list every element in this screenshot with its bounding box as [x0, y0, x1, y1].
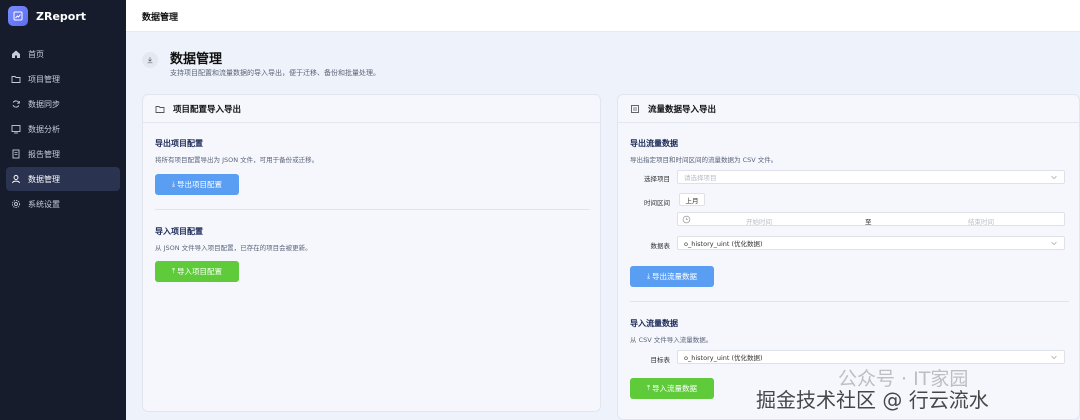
card-header: 项目配置导入导出	[143, 95, 600, 123]
date-range-picker[interactable]: 开始时间 至 结束时间	[677, 212, 1065, 226]
end-time-placeholder: 结束时间	[968, 218, 994, 226]
sidebar-item-projects[interactable]: 项目管理	[6, 67, 120, 91]
export-traffic-description: 导出指定项目和时间区间的流量数据为 CSV 文件。	[630, 156, 778, 164]
import-traffic-button[interactable]: ⤒ 导入流量数据	[630, 378, 714, 399]
target-table-select[interactable]: o_history_uint (优化数据)	[677, 350, 1065, 364]
import-traffic-description: 从 CSV 文件导入流量数据。	[630, 336, 713, 344]
breadcrumb: 数据管理	[142, 13, 179, 23]
download-icon	[142, 52, 158, 68]
export-traffic-title: 导出流量数据	[630, 139, 678, 148]
last-month-option[interactable]: 上月	[679, 193, 705, 206]
export-project-button[interactable]: ⤓ 导出项目配置	[155, 174, 239, 195]
export-traffic-button[interactable]: ⤓ 导出流量数据	[630, 266, 714, 287]
app-logo-icon	[8, 6, 28, 26]
project-select[interactable]: 请选择项目	[677, 170, 1065, 184]
export-project-title: 导出项目配置	[155, 139, 203, 148]
card-title: 项目配置导入导出	[173, 104, 242, 115]
sidebar-item-label: 项目管理	[28, 74, 60, 84]
download-icon: ⤓	[171, 180, 176, 188]
sidebar-item-label: 数据分析	[28, 124, 60, 134]
document-icon	[10, 148, 22, 160]
range-separator: 至	[865, 218, 872, 226]
page-title: 数据管理	[170, 52, 223, 67]
import-project-description: 从 JSON 文件导入项目配置，已存在的项目会被更新。	[155, 244, 312, 252]
table-select-label: 数据表	[650, 242, 671, 250]
upload-icon: ⤒	[646, 384, 651, 392]
table-select[interactable]: o_history_uint (优化数据)	[677, 236, 1065, 250]
watermark-line-2: 掘金技术社区 @ 行云流水	[756, 388, 989, 412]
sidebar-item-label: 系统设置	[28, 199, 60, 209]
select-placeholder: 请选择项目	[684, 174, 717, 182]
sidebar-item-data-management[interactable]: 数据管理	[6, 167, 120, 191]
page-description: 支持项目配置和流量数据的导入导出，便于迁移、备份和批量处理。	[170, 69, 380, 77]
divider	[630, 301, 1069, 302]
chevron-down-icon	[1050, 353, 1058, 361]
folder-icon	[155, 104, 165, 114]
button-label: 导出流量数据	[652, 272, 698, 281]
select-value: o_history_uint (优化数据)	[684, 354, 763, 362]
chevron-down-icon	[1050, 239, 1058, 247]
download-icon: ⤓	[646, 272, 651, 280]
folder-icon	[10, 73, 22, 85]
clock-icon	[682, 215, 691, 224]
sidebar-item-reports[interactable]: 报告管理	[6, 142, 120, 166]
import-project-button[interactable]: ⤒ 导入项目配置	[155, 261, 239, 282]
sync-icon	[10, 98, 22, 110]
database-icon	[630, 104, 640, 114]
sidebar-item-home[interactable]: 首页	[6, 42, 120, 66]
import-traffic-title: 导入流量数据	[630, 319, 678, 328]
project-config-card: 项目配置导入导出 导出项目配置 将所有项目配置导出为 JSON 文件，可用于备份…	[142, 94, 601, 412]
divider	[155, 209, 590, 210]
sidebar-item-label: 报告管理	[28, 149, 60, 159]
chevron-down-icon	[1050, 173, 1058, 181]
sidebar-item-label: 数据同步	[28, 99, 60, 109]
sidebar-item-label: 数据管理	[28, 174, 60, 184]
button-label: 导入流量数据	[652, 384, 698, 393]
start-time-placeholder: 开始时间	[746, 218, 772, 226]
gear-icon	[10, 198, 22, 210]
export-project-description: 将所有项目配置导出为 JSON 文件，可用于备份或迁移。	[155, 156, 319, 164]
card-header: 流量数据导入导出	[618, 95, 1079, 123]
brand: ZReport	[0, 0, 126, 32]
project-select-label: 选择项目	[644, 175, 670, 183]
app-name: ZReport	[36, 9, 87, 23]
sidebar-item-sync[interactable]: 数据同步	[6, 92, 120, 116]
home-icon	[10, 48, 22, 60]
upload-icon: ⤒	[171, 267, 176, 275]
topbar: 数据管理	[126, 0, 1080, 32]
target-table-label: 目标表	[650, 356, 671, 364]
card-title: 流量数据导入导出	[648, 104, 717, 115]
import-project-title: 导入项目配置	[155, 227, 203, 236]
sidebar-item-settings[interactable]: 系统设置	[6, 192, 120, 216]
chart-icon	[10, 123, 22, 135]
button-label: 导入项目配置	[177, 267, 223, 276]
sidebar: ZReport 首页 项目管理 数据同步 数据分析 报告管理 数据管理 系统设置	[0, 0, 126, 420]
user-icon	[10, 173, 22, 185]
sidebar-item-analysis[interactable]: 数据分析	[6, 117, 120, 141]
select-value: o_history_uint (优化数据)	[684, 240, 763, 248]
sidebar-item-label: 首页	[28, 49, 44, 59]
button-label: 导出项目配置	[177, 180, 223, 189]
time-range-label: 时间区间	[644, 199, 670, 207]
sidebar-nav: 首页 项目管理 数据同步 数据分析 报告管理 数据管理 系统设置	[0, 42, 126, 216]
